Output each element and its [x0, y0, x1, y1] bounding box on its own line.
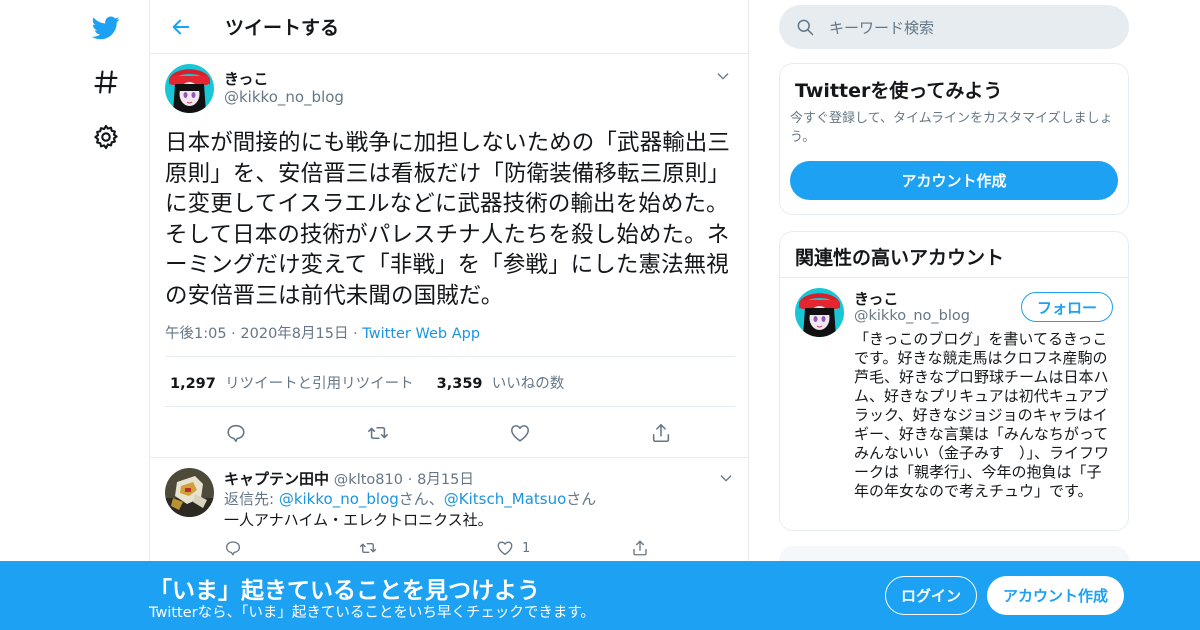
- reply-to-suffix: さん、: [398, 490, 444, 508]
- reply-date[interactable]: 8月15日: [417, 472, 474, 488]
- like-label: いいねの数: [491, 376, 565, 392]
- banner-create-account-button[interactable]: アカウント作成: [987, 576, 1124, 615]
- tweet-date[interactable]: 2020年8月15日: [240, 326, 348, 342]
- tweet-meta: 午後1:05 · 2020年8月15日 · Twitter Web App: [165, 322, 480, 343]
- share-icon: [633, 540, 647, 556]
- create-account-button[interactable]: アカウント作成: [790, 161, 1118, 200]
- reply-tweet[interactable]: キャプテン田中 @klto810 · 8月15日 返信先: @kikko_no_…: [150, 457, 749, 577]
- related-accounts-title: 関連性の高いアカウント: [780, 232, 1128, 278]
- search-input[interactable]: キーワード検索: [779, 5, 1129, 49]
- reply-author-handle[interactable]: @klto810: [334, 472, 403, 488]
- signup-card: Twitterを使ってみよう 今すぐ登録して、タイムラインをカスタマイズしましょ…: [779, 63, 1129, 215]
- divider: [165, 356, 735, 357]
- tweet-text: 日本が間接的にも戦争に加担しないための「武器輸出三原則」を、安倍晋三は看板だけ「…: [165, 130, 731, 309]
- follow-button[interactable]: フォロー: [1021, 292, 1113, 322]
- reply-header: キャプテン田中 @klto810 · 8月15日: [224, 468, 474, 489]
- reply-icon: [225, 541, 241, 556]
- related-account-name[interactable]: きっこ: [854, 288, 898, 309]
- main-column: ツイートする きっこ @kikko_no_blog 日本が間接的にも戦争に加担し…: [149, 0, 749, 630]
- login-button[interactable]: ログイン: [885, 576, 977, 615]
- retweet-icon[interactable]: [363, 418, 393, 448]
- twitter-logo-icon[interactable]: [84, 5, 128, 49]
- avatar[interactable]: [165, 468, 214, 517]
- reply-to-link[interactable]: @kikko_no_blog: [279, 490, 399, 508]
- search-placeholder: キーワード検索: [829, 18, 935, 37]
- search-icon: [797, 19, 814, 36]
- page-title: ツイートする: [225, 17, 340, 39]
- related-account-bio: 「きっこのブログ」を書いてるきっこです。好きな競走馬はクロフネ産駒の芦毛、好きな…: [854, 330, 1110, 500]
- reply-share-button[interactable]: [631, 538, 657, 558]
- retweet-icon: [359, 543, 377, 553]
- avatar[interactable]: [795, 288, 844, 337]
- page: ツイートする きっこ @kikko_no_blog 日本が間接的にも戦争に加担し…: [0, 0, 1200, 630]
- reply-to-suffix: さん: [566, 490, 597, 508]
- like-count: 3,359: [436, 376, 483, 392]
- reply-to-line: 返信先: @kikko_no_blogさん、@Kitsch_Matsuoさん: [224, 488, 596, 509]
- tweet-author-name[interactable]: きっこ: [224, 68, 268, 89]
- share-icon[interactable]: [646, 418, 676, 448]
- like-heart-icon: [497, 541, 513, 556]
- reply-author-name[interactable]: キャプテン田中: [224, 470, 329, 488]
- gear-icon[interactable]: [84, 115, 128, 159]
- reply-to-link[interactable]: @Kitsch_Matsuo: [444, 490, 566, 508]
- tweet-author-handle[interactable]: @kikko_no_blog: [224, 88, 344, 106]
- signup-card-title: Twitterを使ってみよう: [795, 80, 1003, 102]
- tweet-actions: [165, 418, 735, 448]
- tweet-source[interactable]: Twitter Web App: [362, 326, 480, 342]
- reply-to-prefix: 返信先:: [224, 490, 279, 508]
- banner-subtitle: Twitterなら、「いま」起きていることをいち早くチェックできます。: [149, 605, 595, 621]
- back-arrow-icon[interactable]: [161, 7, 201, 47]
- like-heart-icon[interactable]: [505, 418, 535, 448]
- signup-card-subtitle: 今すぐ登録して、タイムラインをカスタマイズしましょう。: [790, 111, 1113, 145]
- tweet-stats: 1,297 リツイートと引用リツイート 3,359 いいねの数: [170, 372, 564, 393]
- reply-like-button[interactable]: 1: [496, 538, 530, 558]
- tweet-header: きっこ @kikko_no_blog: [165, 64, 733, 124]
- divider: [165, 406, 735, 407]
- chevron-down-icon[interactable]: [716, 468, 736, 488]
- reply-icon[interactable]: [221, 418, 251, 448]
- hashtag-icon[interactable]: [84, 60, 128, 104]
- retweet-label: リツイートと引用リツイート: [225, 376, 414, 392]
- meta-separator: ·: [353, 326, 363, 342]
- reply-reply-button[interactable]: [224, 538, 250, 558]
- retweet-count: 1,297: [170, 376, 216, 392]
- banner-title: 「いま」起きていることを見つけよう: [149, 578, 540, 604]
- meta-separator: ·: [407, 472, 413, 488]
- chevron-down-icon[interactable]: [713, 66, 733, 86]
- page-header: ツイートする: [150, 0, 748, 54]
- meta-separator: ·: [231, 326, 241, 342]
- reply-retweet-button[interactable]: [359, 538, 385, 558]
- tweet-time[interactable]: 午後1:05: [165, 326, 227, 342]
- reply-like-count: 1: [522, 540, 531, 556]
- like-stat[interactable]: 3,359 いいねの数: [437, 376, 565, 392]
- main-tweet: きっこ @kikko_no_blog: [150, 64, 748, 124]
- reply-text: 一人アナハイム・エレクトロニクス社。: [224, 511, 493, 529]
- related-accounts-card: 関連性の高いアカウント きっこ @kikko_no_blog フォロー 「きっこ…: [779, 231, 1129, 531]
- related-account-handle[interactable]: @kikko_no_blog: [854, 308, 970, 324]
- retweet-stat[interactable]: 1,297 リツイートと引用リツイート: [170, 376, 414, 392]
- bottom-signup-banner: 「いま」起きていることを見つけよう Twitterなら、「いま」起きていることを…: [0, 561, 1200, 630]
- avatar[interactable]: [165, 64, 214, 113]
